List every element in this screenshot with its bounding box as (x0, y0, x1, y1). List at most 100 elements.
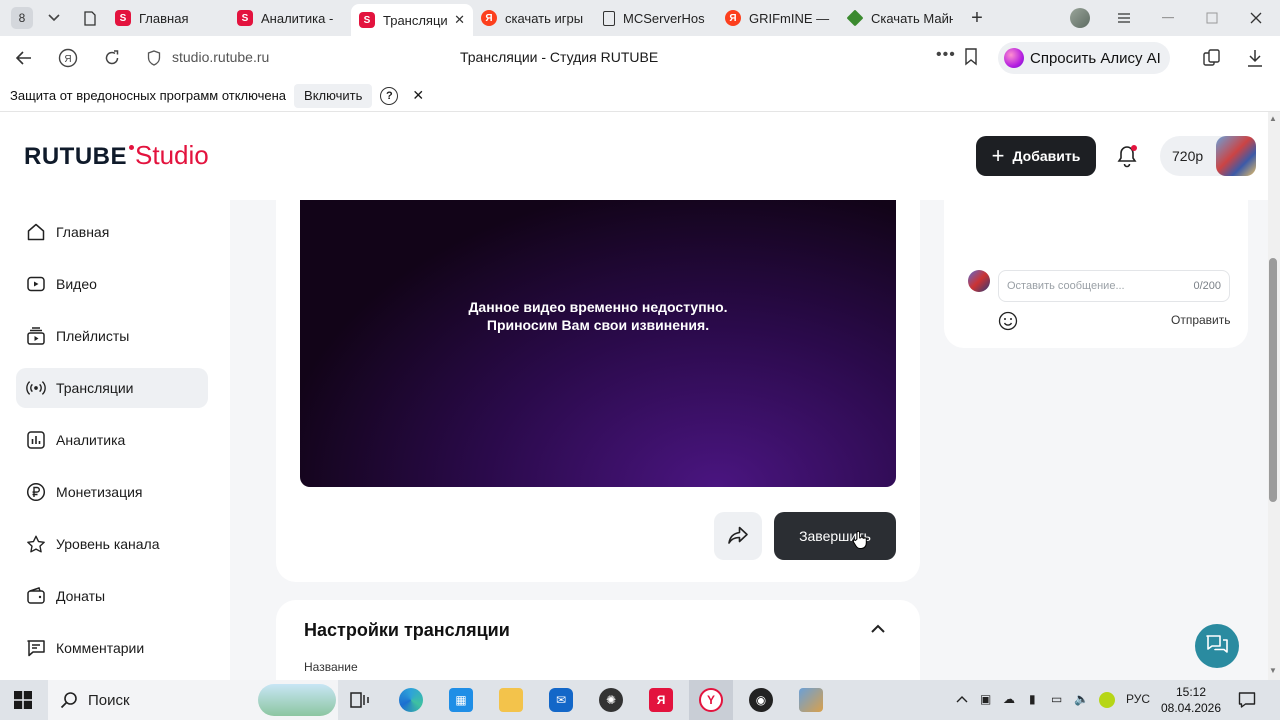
home-icon (26, 222, 46, 242)
comment-icon (26, 638, 46, 658)
mail-app-icon[interactable]: ✉ (549, 688, 573, 712)
tab-rutube-broadcasts[interactable]: S Трансляци ✕ (351, 4, 473, 36)
tab-rutube-analytics[interactable]: S Аналитика - (229, 3, 351, 33)
sidebar-item-label: Монетизация (56, 484, 143, 500)
sidebar-item-channel-level[interactable]: Уровень канала (16, 524, 208, 564)
ask-alice-label: Спросить Алису AI (1030, 49, 1161, 67)
scroll-down-icon[interactable]: ▼ (1269, 666, 1277, 675)
enable-protection-button[interactable]: Включить (294, 83, 373, 108)
clock-time: 15:12 (1175, 685, 1207, 699)
sidebar-item-label: Главная (56, 224, 110, 240)
rutube-studio-logo[interactable]: RUTUBE Studio (24, 140, 209, 171)
tab-mcserverhost[interactable]: MCServerHos (595, 3, 717, 33)
taskbar-clock[interactable]: 15:12 08.04.2026 (1160, 684, 1222, 716)
obs-studio-icon[interactable]: ◉ (749, 688, 773, 712)
sidebar-item-broadcasts[interactable]: Трансляции (16, 368, 208, 408)
file-explorer-icon[interactable] (499, 688, 523, 712)
document-favicon-icon (603, 10, 615, 26)
volume-icon[interactable]: 🔈 (1074, 692, 1089, 706)
tab-label: Главная (139, 10, 189, 26)
yandex-home-icon[interactable]: Я (56, 46, 80, 70)
finish-broadcast-button[interactable]: Завершить (774, 512, 896, 560)
sidebar-item-playlists[interactable]: Плейлисты (16, 316, 208, 356)
bookmark-icon[interactable] (964, 48, 978, 69)
search-icon (60, 691, 78, 712)
add-button[interactable]: + Добавить (976, 136, 1096, 176)
ask-alice-button[interactable]: Спросить Алису AI (998, 42, 1170, 74)
close-window-icon[interactable] (1234, 0, 1278, 36)
sidebar-item-comments[interactable]: Комментарии (16, 628, 208, 668)
blank-page-icon[interactable] (79, 10, 101, 26)
back-arrow-icon[interactable] (12, 46, 36, 70)
tab-yandex-search[interactable]: Я скачать игры (473, 3, 595, 33)
cloud-icon[interactable]: ☁ (1003, 692, 1015, 706)
user-avatar[interactable] (1216, 136, 1256, 176)
image-viewer-icon[interactable] (799, 688, 823, 712)
alice-orb-icon (1004, 48, 1024, 68)
sidebar-item-video[interactable]: Видео (16, 264, 208, 304)
tray-expand-icon[interactable] (956, 692, 968, 706)
reload-icon[interactable] (100, 46, 124, 70)
rutube-favicon-icon: S (237, 10, 253, 26)
microsoft-store-icon[interactable]: ▦ (449, 688, 473, 712)
quality-label[interactable]: 720p (1172, 148, 1203, 164)
security-warning-bar: Защита от вредоносных программ отключена… (0, 80, 1280, 112)
tab-label: MCServerHos (623, 10, 705, 26)
share-button[interactable] (714, 512, 762, 560)
yandex-browser-icon[interactable]: Y (699, 688, 723, 712)
security-tray-icon[interactable] (1099, 692, 1115, 708)
language-indicator[interactable]: РУС (1126, 692, 1150, 706)
edge-browser-icon[interactable] (399, 688, 423, 712)
logo-product: Studio (135, 140, 209, 170)
battery-icon[interactable]: ▮ (1029, 692, 1036, 706)
film-reel-icon[interactable]: ✺ (599, 688, 623, 712)
tab-close-icon[interactable]: ✕ (454, 12, 465, 28)
sidebar-item-monetization[interactable]: Монетизация (16, 472, 208, 512)
notification-center-icon[interactable] (1238, 691, 1256, 712)
more-options-icon[interactable]: ••• (936, 46, 956, 64)
windows-start-icon[interactable] (14, 691, 32, 712)
task-view-icon[interactable] (348, 688, 372, 712)
site-security-shield-icon[interactable] (147, 50, 161, 69)
maximize-icon[interactable] (1190, 0, 1234, 36)
settings-title: Настройки трансляции (304, 620, 510, 640)
tray-app-icon[interactable]: ▣ (980, 692, 991, 706)
tab-list-chevron-icon[interactable] (43, 7, 65, 29)
minimize-icon[interactable] (1146, 0, 1190, 36)
network-icon[interactable]: ▭ (1051, 692, 1062, 706)
sidebar-item-donations[interactable]: Донаты (16, 576, 208, 616)
scrollbar-thumb[interactable] (1269, 258, 1277, 502)
playlist-icon (26, 326, 46, 346)
close-icon[interactable]: ✕ (412, 87, 424, 104)
sidebar-item-label: Аналитика (56, 432, 126, 448)
sidebar-item-home[interactable]: Главная (16, 212, 208, 252)
sidebar-item-analytics[interactable]: Аналитика (16, 420, 208, 460)
unavailable-line-1: Данное видео временно недоступно. (468, 299, 728, 315)
emoji-icon[interactable] (998, 311, 1018, 334)
chevron-up-icon[interactable] (870, 622, 886, 637)
tab-grifmine[interactable]: Я GRIFmINE — (717, 3, 839, 33)
chat-message-input[interactable]: Оставить сообщение... 0/200 (998, 270, 1230, 302)
video-unavailable-message: Данное видео временно недоступно. Принос… (300, 298, 896, 334)
tab-rutube-home[interactable]: S Главная (107, 3, 229, 33)
tab-minecraft-download[interactable]: Скачать Майн (839, 3, 961, 33)
url-text[interactable]: studio.rutube.ru (172, 49, 269, 65)
tab-label: GRIFmINE — (749, 10, 830, 26)
support-chat-button[interactable] (1195, 624, 1239, 668)
chat-placeholder: Оставить сообщение... (1007, 280, 1125, 292)
downloads-icon[interactable] (1246, 48, 1268, 70)
tab-count-badge[interactable]: 8 (11, 7, 33, 29)
scroll-up-icon[interactable]: ▲ (1269, 114, 1277, 123)
browser-menu-icon[interactable] (1102, 0, 1146, 36)
sidebar-item-label: Донаты (56, 588, 106, 604)
collections-icon[interactable] (1202, 48, 1224, 70)
video-player[interactable]: Данное видео временно недоступно. Принос… (300, 200, 896, 487)
logo-brand: RUTUBE (24, 143, 134, 171)
send-message-button[interactable]: Отправить (1171, 313, 1231, 327)
help-icon[interactable]: ? (380, 86, 399, 105)
taskbar-search-box[interactable]: Поиск (48, 680, 338, 720)
rutube-favicon-icon: S (115, 10, 131, 26)
yandex-app-icon[interactable]: Я (649, 688, 673, 712)
new-tab-plus-icon[interactable]: + (963, 4, 991, 32)
browser-profile-avatar[interactable] (1070, 8, 1090, 28)
